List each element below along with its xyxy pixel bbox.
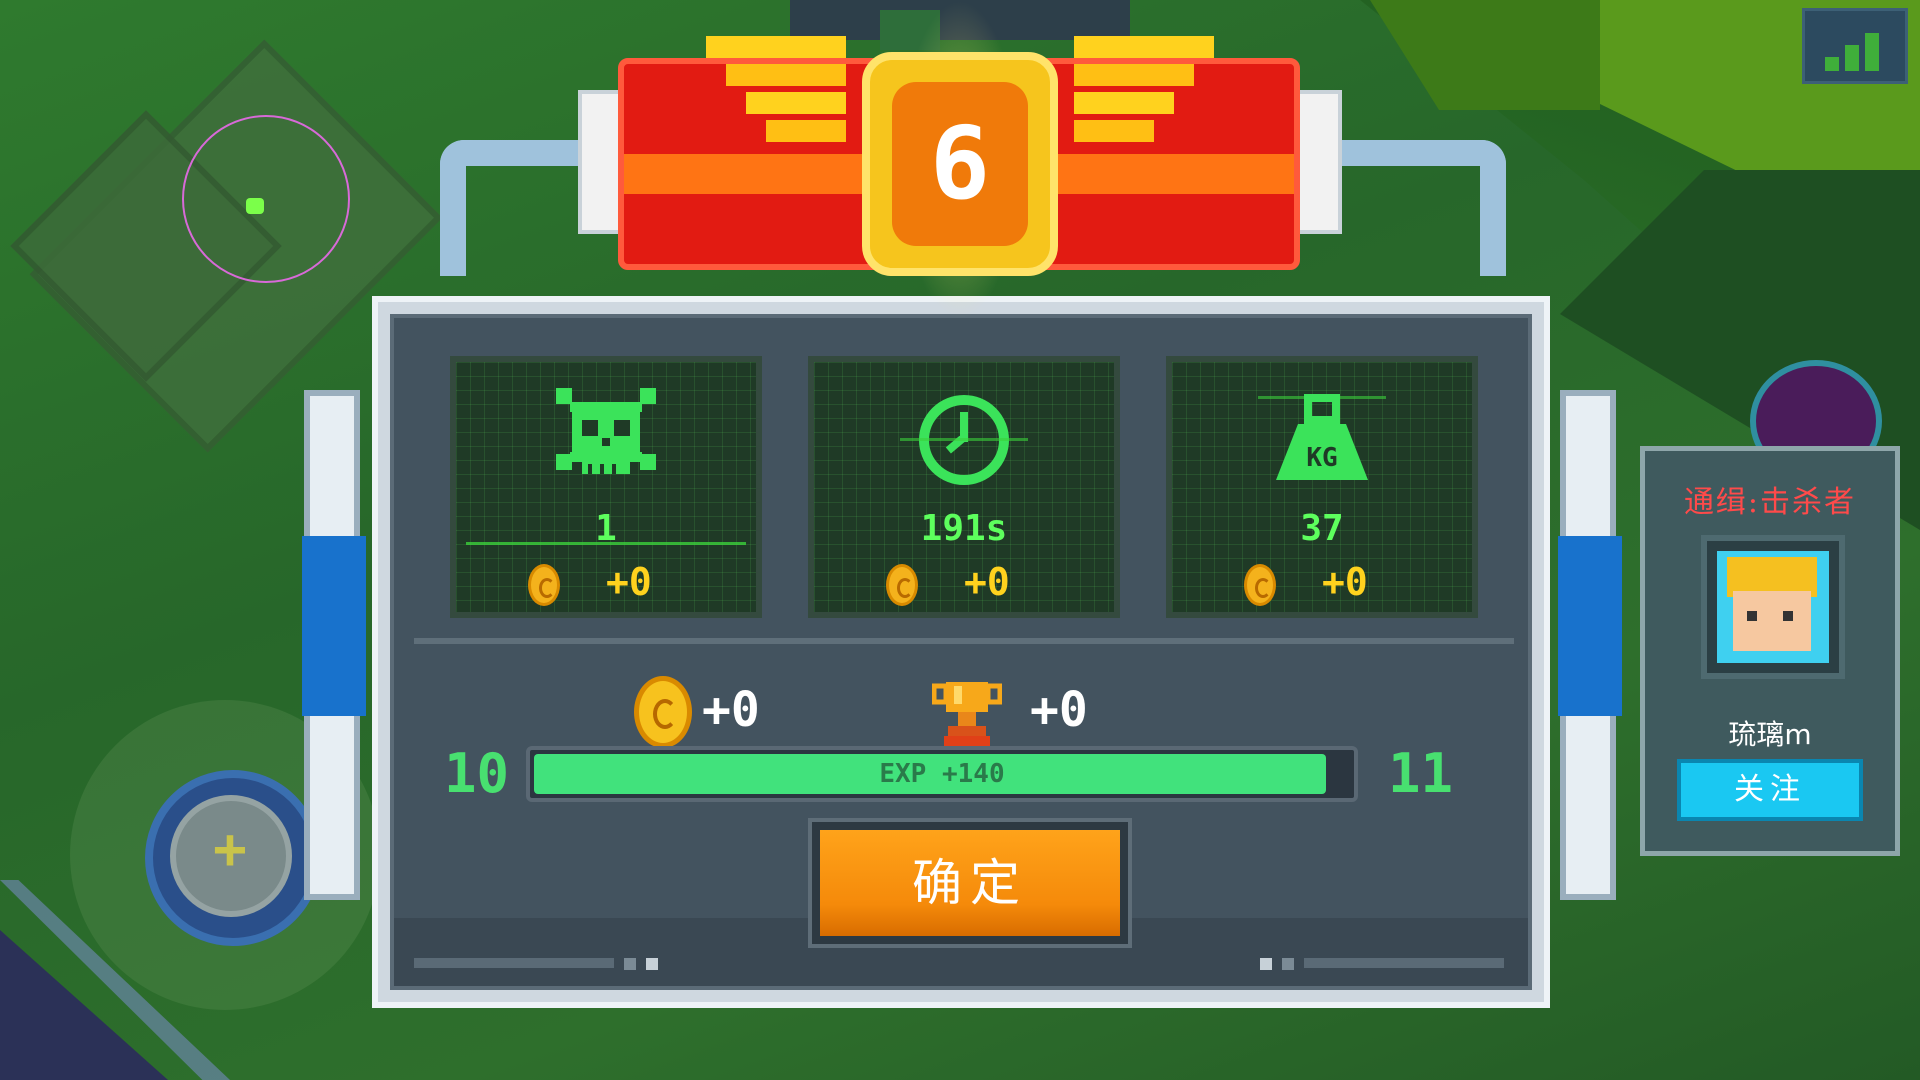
next-level: 11 xyxy=(1388,742,1454,805)
signal-icon xyxy=(1802,8,1908,84)
coin-icon xyxy=(528,564,560,606)
plus-icon: + xyxy=(213,817,247,882)
survival-time-value: 191s xyxy=(920,508,1008,549)
exp-label: EXP +140 xyxy=(879,759,1005,789)
total-trophies: +0 xyxy=(1030,682,1088,738)
frame-pipe xyxy=(1340,140,1506,276)
match-result-panel: 1 +0 191s +0 KG 37 +0 +0 +0 10 EXP +140 … xyxy=(372,296,1550,1008)
coin-icon xyxy=(1244,564,1276,606)
confirm-button[interactable]: 确定 xyxy=(808,818,1132,948)
divider xyxy=(414,638,1514,644)
kills-reward: +0 xyxy=(606,560,652,604)
follow-button[interactable]: 关注 xyxy=(1677,759,1863,821)
exp-bar: EXP +140 xyxy=(526,746,1358,802)
minimap[interactable] xyxy=(10,20,443,460)
kills-card: 1 +0 xyxy=(450,356,762,618)
clock-icon xyxy=(900,395,1028,485)
weight-reward: +0 xyxy=(1322,560,1368,604)
coin-icon xyxy=(634,676,692,748)
avatar-image xyxy=(1717,551,1829,663)
panel-body: 1 +0 191s +0 KG 37 +0 +0 +0 10 EXP +140 … xyxy=(390,314,1532,990)
current-level: 10 xyxy=(444,742,510,805)
avatar[interactable] xyxy=(1701,535,1845,679)
weight-card: KG 37 +0 xyxy=(1166,356,1478,618)
trophy-icon xyxy=(932,682,1002,748)
survival-time-card: 191s +0 xyxy=(808,356,1120,618)
weight-value: 37 xyxy=(1300,508,1344,549)
frame-pipe xyxy=(302,390,366,900)
confirm-label: 确定 xyxy=(912,854,1028,912)
minimap-view-circle xyxy=(182,115,350,283)
skull-icon xyxy=(556,388,656,474)
wanted-panel: 通缉:击杀者 琉璃m 关注 xyxy=(1640,446,1900,856)
rank-number: 6 xyxy=(929,105,991,222)
rank-medal: 6 xyxy=(862,52,1058,276)
weight-icon: KG xyxy=(1258,394,1386,480)
total-coins: +0 xyxy=(702,682,760,738)
left-wing-icon xyxy=(706,36,846,142)
kills-value: 1 xyxy=(595,508,617,549)
minimap-player-icon xyxy=(246,198,264,214)
right-wing-icon xyxy=(1074,36,1214,142)
svg-text:KG: KG xyxy=(1306,443,1337,473)
time-reward: +0 xyxy=(964,560,1010,604)
coin-icon xyxy=(886,564,918,606)
wanted-title: 通缉:击杀者 xyxy=(1683,485,1857,520)
player-name: 琉璃m xyxy=(1728,718,1812,751)
frame-pipe xyxy=(1558,390,1622,900)
